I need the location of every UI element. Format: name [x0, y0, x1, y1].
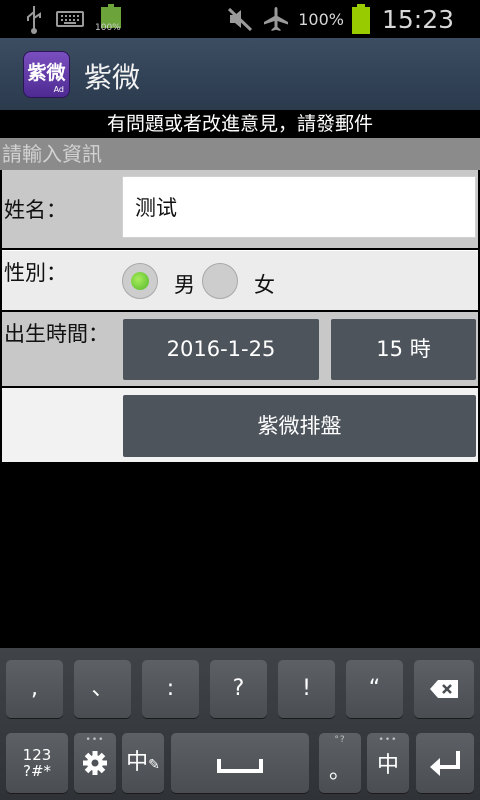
- language-key[interactable]: ••• 中: [367, 733, 409, 793]
- soft-keyboard: , 、 : ? ! “ 123 ?#* ••• 中✎ °? 。 ••• 中: [0, 648, 480, 800]
- symbols-mode-label-2: ?#*: [22, 762, 52, 780]
- app-title: 紫微: [84, 61, 141, 94]
- symbols-mode-key[interactable]: 123 ?#*: [6, 733, 68, 793]
- gender-label-female[interactable]: 女: [254, 269, 275, 299]
- birth-hour-button[interactable]: 15 時: [331, 319, 476, 380]
- airplane-mode-icon: [264, 7, 289, 31]
- enter-key[interactable]: [416, 733, 474, 793]
- space-icon: [217, 759, 263, 773]
- name-row: 姓名： 测试: [2, 170, 478, 248]
- gender-label-male[interactable]: 男: [174, 269, 195, 299]
- key-quote[interactable]: “: [346, 660, 403, 718]
- period-key[interactable]: °? 。: [319, 733, 361, 793]
- gender-radio-female[interactable]: [202, 263, 238, 299]
- gear-icon: [83, 751, 107, 775]
- birth-label: 出生時間：: [4, 322, 109, 346]
- feedback-notice[interactable]: 有問題或者改進意見，請發郵件: [0, 110, 480, 138]
- action-bar: 紫微 Ad 紫微: [0, 38, 480, 110]
- radio-selected-dot: [131, 272, 149, 290]
- handwriting-key[interactable]: 中✎: [122, 733, 164, 793]
- section-header: 請輸入資訊: [0, 138, 480, 170]
- birth-date-button[interactable]: 2016-1-25: [123, 319, 319, 380]
- app-icon-text: 紫微: [27, 62, 66, 84]
- name-label: 姓名：: [4, 198, 67, 222]
- period-label: 。: [328, 759, 351, 784]
- key-question[interactable]: ?: [210, 660, 267, 718]
- language-label: 中: [376, 753, 399, 778]
- keyboard-icon: [56, 11, 84, 27]
- symbols-mode-label-1: 123: [22, 746, 52, 764]
- backspace-key[interactable]: [414, 660, 474, 718]
- chart-submit-button[interactable]: 紫微排盤: [123, 395, 476, 457]
- gender-radio-male[interactable]: [122, 263, 158, 299]
- battery-charging-icon: 100%: [95, 4, 126, 34]
- handwriting-label: 中: [126, 750, 149, 775]
- key-comma[interactable]: ,: [6, 660, 63, 718]
- battery-percent: 100%: [298, 9, 344, 29]
- status-bar: 100% 100% 15:23: [0, 0, 480, 38]
- app-icon[interactable]: 紫微 Ad: [23, 51, 70, 98]
- usb-icon: [27, 6, 41, 34]
- name-input[interactable]: 测试: [122, 176, 476, 238]
- submit-row: 紫微排盤: [2, 388, 478, 462]
- key-exclamation[interactable]: !: [278, 660, 335, 718]
- key-colon[interactable]: :: [142, 660, 199, 718]
- backspace-icon: [430, 680, 458, 698]
- gender-label: 性別：: [4, 261, 67, 285]
- pen-icon: ✎: [148, 757, 160, 773]
- status-time: 15:23: [381, 4, 454, 34]
- app-icon-sub: Ad: [53, 85, 64, 94]
- period-key-hint: °?: [334, 735, 346, 745]
- settings-key[interactable]: •••: [74, 733, 116, 793]
- birth-row: 出生時間： 2016-1-25 15 時: [2, 312, 478, 386]
- mute-icon: [228, 7, 253, 32]
- key-enumeration-comma[interactable]: 、: [74, 660, 131, 718]
- enter-icon: [430, 751, 460, 776]
- gender-row: 性別： 男 女: [2, 250, 478, 310]
- small-battery-label: 100%: [95, 23, 121, 33]
- battery-icon: [351, 4, 370, 34]
- space-key[interactable]: [171, 733, 309, 793]
